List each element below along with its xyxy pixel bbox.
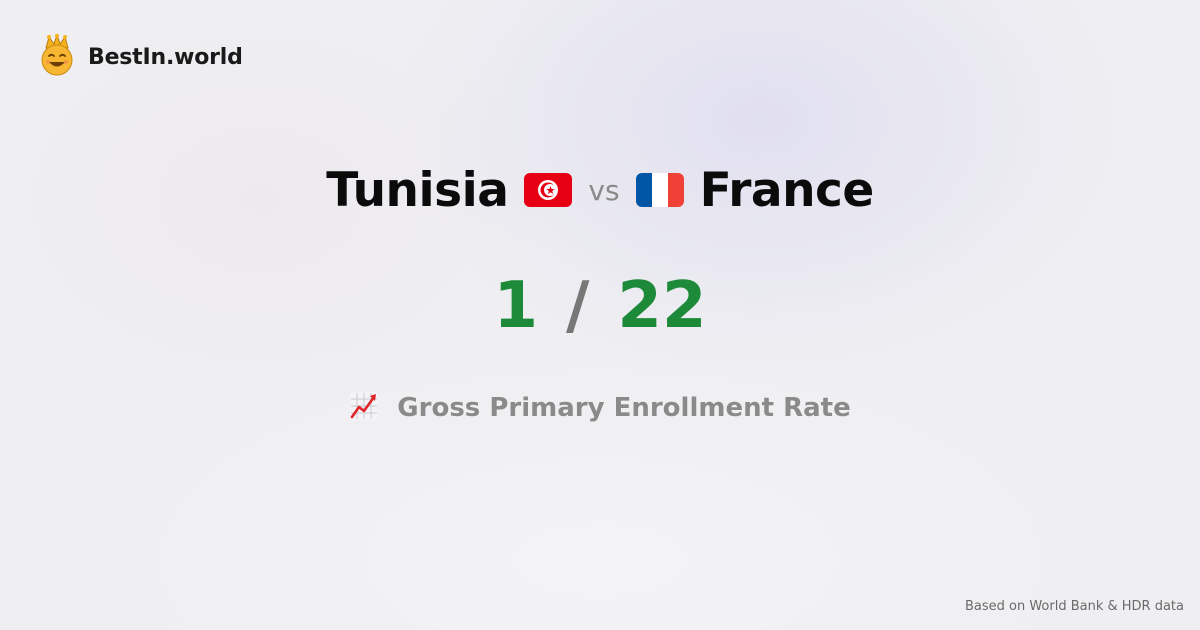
brand-name: BestIn.world <box>88 44 243 70</box>
tunisia-flag-icon <box>524 173 573 207</box>
comparison-title: Tunisia vs France <box>0 160 1200 220</box>
chart-increasing-icon <box>349 391 379 425</box>
data-source-note: Based on World Bank & HDR data <box>964 599 1184 614</box>
metric-label: Gross Primary Enrollment Rate <box>397 393 851 423</box>
france-flag-icon <box>635 173 684 207</box>
metric: Gross Primary Enrollment Rate <box>0 388 1200 428</box>
brand[interactable]: BestIn.world <box>38 33 243 80</box>
right-country-name: France <box>699 162 875 218</box>
vs-label: vs <box>588 173 620 207</box>
rank-comparison: 1 / 22 <box>0 268 1200 344</box>
left-country-name: Tunisia <box>326 162 509 218</box>
crown-smiley-icon <box>38 33 76 80</box>
right-rank: 22 <box>617 269 707 343</box>
left-rank: 1 <box>493 269 539 343</box>
rank-separator: / <box>566 269 590 343</box>
